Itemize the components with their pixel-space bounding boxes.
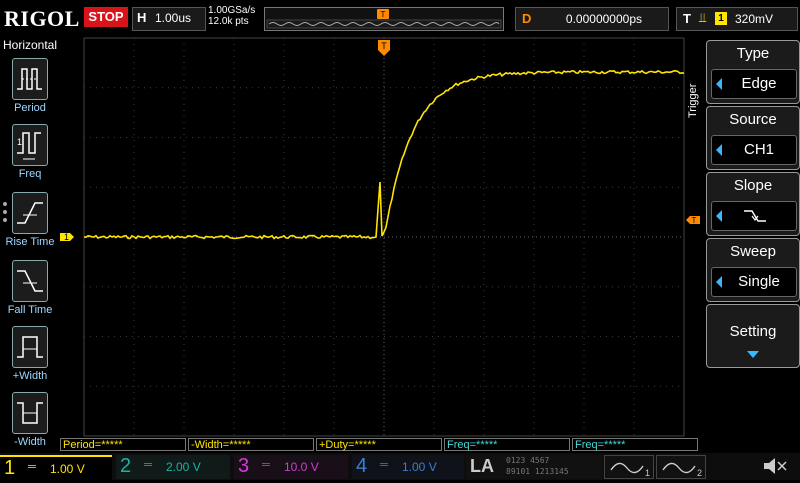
trigger-slope-title: Slope xyxy=(733,177,773,194)
ch1-scale: 1.00 V xyxy=(50,462,85,476)
la-digits-row-2: 89101 1213145 xyxy=(506,467,569,476)
svg-text:T: T xyxy=(381,41,387,51)
sine-wave-icon: 2 xyxy=(662,462,702,478)
trigger-channel-badge: 1 xyxy=(715,12,727,25)
svg-text:1: 1 xyxy=(645,468,650,478)
trigger-setting-button[interactable]: Setting xyxy=(706,304,800,368)
trigger-source-value: CH1 xyxy=(743,141,774,158)
measurement-freq-a[interactable]: Freq=***** xyxy=(444,438,570,451)
sample-rate-info: 1.00GSa/s 12.0k pts xyxy=(208,5,255,27)
trigger-type-button[interactable]: Type Edge xyxy=(706,40,800,104)
logic-analyzer-status[interactable]: LA 0123 4567 89101 1213145 xyxy=(466,455,602,479)
ch2-number: 2 xyxy=(120,455,132,477)
fall-time-icon xyxy=(12,260,48,302)
negative-width-icon xyxy=(12,392,48,434)
ch4-scale: 1.00 V xyxy=(402,460,437,474)
ch3-status[interactable]: 3 ═ 10.0 V xyxy=(234,455,348,479)
neg-width-label: -Width xyxy=(14,436,46,448)
trigger-slope-value-box xyxy=(711,201,797,231)
svg-text:2: 2 xyxy=(697,468,702,478)
trigger-menu-side-label: Trigger xyxy=(687,83,699,118)
measurement-neg-width[interactable]: -Width=***** xyxy=(188,438,314,451)
svg-text:Trigger: Trigger xyxy=(687,83,699,118)
trigger-type-title: Type xyxy=(736,45,770,62)
delay-key: D xyxy=(522,11,532,26)
generator-2-status[interactable]: 2 xyxy=(656,455,706,479)
trigger-status-box[interactable]: T ⫫ 1 320mV xyxy=(676,7,798,31)
ch2-status[interactable]: 2 ═ 2.00 V xyxy=(116,455,230,479)
coupling-dc-icon: ═ xyxy=(144,459,152,471)
period-label: Period xyxy=(14,102,46,114)
sound-mute-button[interactable] xyxy=(760,455,796,479)
horizontal-timebase-box[interactable]: H 1.00us xyxy=(132,7,206,31)
trigger-source-button[interactable]: Source CH1 xyxy=(706,106,800,170)
la-label: LA xyxy=(470,456,494,476)
ch1-number: 1 xyxy=(4,457,16,479)
trigger-sweep-button[interactable]: Sweep Single xyxy=(706,238,800,302)
measurement-freq-b[interactable]: Freq=***** xyxy=(572,438,698,451)
pos-width-label: +Width xyxy=(12,370,48,382)
ch3-scale: 10.0 V xyxy=(284,460,319,474)
horizontal-key: H xyxy=(137,10,147,25)
memory-depth: 12.0k pts xyxy=(208,16,249,27)
waveform-display[interactable]: 1 T T xyxy=(60,36,700,438)
rigol-logo: RIGOL xyxy=(4,6,80,31)
frequency-icon: 1 xyxy=(12,124,48,166)
trigger-key: T xyxy=(683,11,691,26)
trigger-sweep-value: Single xyxy=(738,273,780,290)
trigger-source-value-box: CH1 xyxy=(711,135,797,165)
trigger-type-value: Edge xyxy=(741,75,777,92)
trigger-sweep-value-box: Single xyxy=(711,267,797,297)
svg-text:T: T xyxy=(692,216,697,225)
measurement-pos-duty[interactable]: +Duty=***** xyxy=(316,438,442,451)
ch1-offset-marker[interactable]: 1 xyxy=(60,232,74,242)
ch1-status[interactable]: 1 ═ 1.00 V xyxy=(0,455,112,481)
ch4-status[interactable]: 4 ═ 1.00 V xyxy=(352,455,464,479)
rise-time-label: Rise Time xyxy=(5,236,55,248)
svg-text:1: 1 xyxy=(64,232,69,242)
sample-rate: 1.00GSa/s xyxy=(208,5,256,16)
measurement-period[interactable]: Period=***** xyxy=(60,438,186,451)
trigger-level: 320mV xyxy=(735,12,774,26)
trigger-level-marker[interactable]: T xyxy=(686,216,700,225)
memory-overview-waveform: T xyxy=(266,9,502,29)
left-arrow-icon xyxy=(716,210,722,222)
coupling-dc-icon: ═ xyxy=(28,461,36,473)
period-icon xyxy=(12,58,48,100)
delay-box[interactable]: D 0.00000000ps xyxy=(515,7,669,31)
ch3-number: 3 xyxy=(238,455,250,477)
svg-text:1: 1 xyxy=(17,137,22,147)
rise-time-icon xyxy=(12,192,48,234)
ch2-scale: 2.00 V xyxy=(166,460,201,474)
trigger-type-value-box: Edge xyxy=(711,69,797,99)
falling-edge-icon xyxy=(744,210,766,222)
trigger-sweep-title: Sweep xyxy=(730,243,776,260)
freq-label: Freq xyxy=(18,168,42,180)
ch4-number: 4 xyxy=(356,455,368,477)
la-digits-row-1: 0123 4567 xyxy=(506,456,550,465)
trigger-slope-button[interactable]: Slope xyxy=(706,172,800,236)
fall-time-label: Fall Time xyxy=(7,304,53,316)
sine-wave-icon: 1 xyxy=(610,462,650,478)
delay-value: 0.00000000ps xyxy=(565,12,642,26)
run-stop-badge[interactable]: STOP xyxy=(84,7,128,27)
submenu-down-arrow-icon xyxy=(747,351,759,358)
coupling-dc-icon: ═ xyxy=(262,459,270,471)
falling-edge-icon: ⫫ xyxy=(699,10,707,25)
generator-1-status[interactable]: 1 xyxy=(604,455,654,479)
speaker-muted-icon xyxy=(764,458,787,474)
timebase-value: 1.00us xyxy=(155,11,192,25)
coupling-dc-icon: ═ xyxy=(380,459,388,471)
measure-menu-title: Horizontal xyxy=(2,38,58,52)
trigger-source-title: Source xyxy=(729,111,777,128)
positive-width-icon xyxy=(12,326,48,368)
trigger-setting-title: Setting xyxy=(729,323,777,340)
trigger-position-label: T xyxy=(381,10,386,19)
memory-overview-bar[interactable]: T xyxy=(264,7,504,31)
